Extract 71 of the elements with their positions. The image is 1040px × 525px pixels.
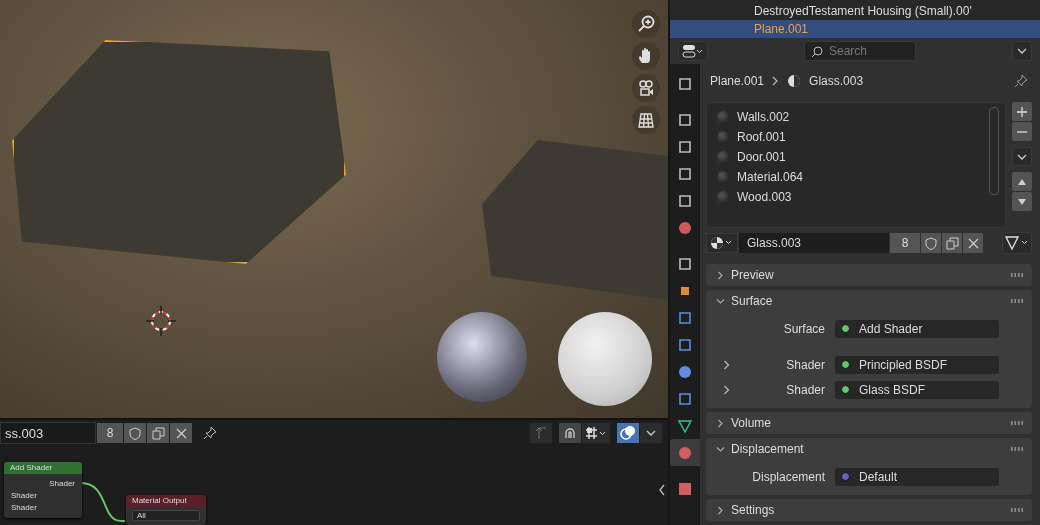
panel-header[interactable]: Preview <box>706 264 1032 286</box>
shader-field[interactable]: Glass BSDF <box>835 380 999 399</box>
panel-header[interactable]: Settings <box>706 499 1032 521</box>
material-slot[interactable]: Door.001 <box>707 147 1005 167</box>
material-name-field[interactable]: Glass.003 <box>739 233 889 253</box>
hand-icon[interactable] <box>632 42 660 70</box>
chevron-down-icon <box>716 296 725 306</box>
search-field[interactable]: Search <box>804 41 916 61</box>
socket-label: Shader <box>10 490 38 502</box>
material-name-field[interactable]: ss.003 <box>0 422 96 444</box>
close-icon[interactable] <box>170 423 192 443</box>
zoom-icon[interactable] <box>632 10 660 38</box>
target-dropdown[interactable]: All <box>132 510 200 521</box>
move-up-icon[interactable] <box>1012 172 1032 191</box>
add-icon[interactable] <box>1012 102 1032 121</box>
material-name: Glass.003 <box>809 74 864 88</box>
user-count[interactable]: 8 <box>97 423 123 443</box>
shader-field[interactable]: Default <box>835 467 999 486</box>
panel-header[interactable]: Displacement <box>706 438 1032 460</box>
pin-icon[interactable] <box>1014 74 1028 88</box>
sphere-icon <box>787 74 802 88</box>
socket-label: Shader <box>48 478 76 490</box>
chevron-right-icon <box>716 505 725 515</box>
panel-header[interactable]: Volume <box>706 412 1032 434</box>
field-label: Surface <box>782 321 826 336</box>
field-label: Shader <box>785 382 826 397</box>
overlay-icon[interactable] <box>617 423 639 443</box>
material-slot[interactable]: Wood.003 <box>707 187 1005 207</box>
editor-type-icon[interactable] <box>678 41 708 61</box>
copy-icon[interactable] <box>147 423 169 443</box>
grid-icon[interactable] <box>632 106 660 134</box>
outliner-row[interactable]: Plane.001 <box>670 20 1040 38</box>
caret-icon[interactable] <box>1012 41 1032 61</box>
node-link <box>80 482 126 522</box>
chevron-right-icon <box>772 76 780 86</box>
user-count[interactable]: 8 <box>890 233 920 253</box>
caret-icon[interactable] <box>640 423 662 443</box>
field-label: Shader <box>785 357 826 372</box>
move-down-icon[interactable] <box>1012 192 1032 211</box>
material-slot[interactable]: Material.064 <box>707 167 1005 187</box>
shader-field[interactable]: Principled BSDF <box>835 355 999 374</box>
chevron-down-icon <box>716 444 725 454</box>
snap-grid-icon[interactable] <box>582 423 610 443</box>
material-slot[interactable]: Roof.001 <box>707 127 1005 147</box>
field-label: Displacement <box>751 469 826 484</box>
crosshair-icon <box>144 304 178 338</box>
socket-label: Shader <box>10 502 38 514</box>
camera-icon[interactable] <box>632 74 660 102</box>
pin-icon[interactable] <box>203 426 217 440</box>
panel-header[interactable]: Surface <box>706 290 1032 312</box>
node-header[interactable]: Add Shader <box>4 462 82 474</box>
shield-icon[interactable] <box>124 423 146 443</box>
mesh-icon[interactable] <box>1002 232 1032 254</box>
chevron-left-icon[interactable] <box>658 484 666 496</box>
close-icon[interactable] <box>963 233 983 253</box>
remove-icon[interactable] <box>1012 122 1032 141</box>
outliner-row[interactable]: DestroyedTestament Housing (Small).00' <box>670 2 1040 20</box>
chevron-right-icon <box>716 270 725 280</box>
object-name: Plane.001 <box>710 74 765 88</box>
copy-icon[interactable] <box>942 233 962 253</box>
node-header[interactable]: Material Output <box>126 495 206 507</box>
material-browse-icon[interactable] <box>706 233 738 253</box>
shader-field[interactable]: Add Shader <box>835 319 999 338</box>
scrollbar[interactable] <box>989 107 999 195</box>
magnet-icon[interactable] <box>559 423 581 443</box>
caret-icon[interactable] <box>1012 147 1032 166</box>
shield-icon[interactable] <box>921 233 941 253</box>
shader-node[interactable]: Add Shader Shader Shader Shader <box>4 462 82 518</box>
chevron-right-icon <box>716 418 725 428</box>
material-slot[interactable]: Walls.002 <box>707 107 1005 127</box>
shader-node[interactable]: Material Output All <box>126 495 206 525</box>
